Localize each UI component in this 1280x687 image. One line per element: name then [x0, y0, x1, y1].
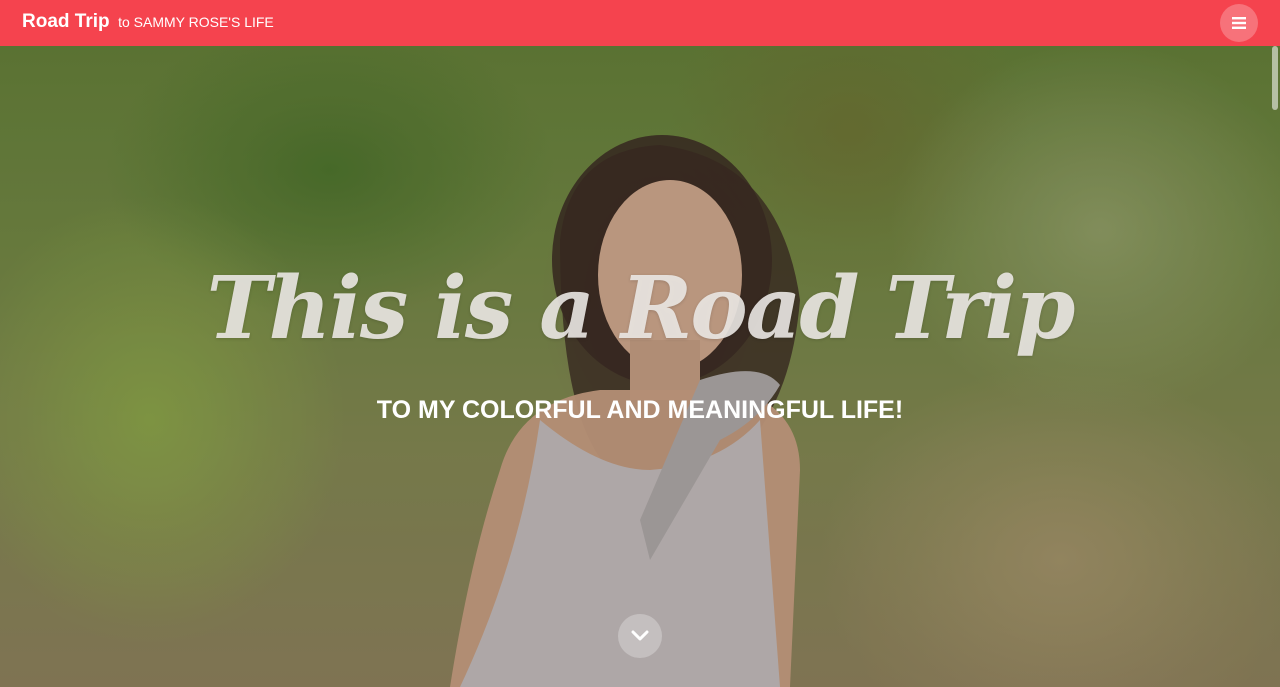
chevron-down-icon — [631, 627, 649, 646]
hamburger-menu-icon — [1232, 17, 1246, 29]
brand-title: Road Trip — [22, 11, 110, 32]
hero-title: This is a Road Trip — [206, 258, 1076, 359]
navbar: Road Trip to SAMMY ROSE'S LIFE — [0, 0, 1280, 46]
brand-subtitle: to SAMMY ROSE'S LIFE — [118, 14, 274, 30]
scroll-down-button[interactable] — [618, 614, 662, 658]
brand-link[interactable]: Road Trip to SAMMY ROSE'S LIFE — [22, 11, 274, 33]
page: Road Trip to SAMMY ROSE'S LIFE This is a… — [0, 0, 1280, 687]
hero-subtitle: TO MY COLORFUL AND MEANINGFUL LIFE! — [376, 396, 904, 424]
menu-toggle-button[interactable] — [1220, 4, 1258, 42]
scrollbar-thumb[interactable] — [1272, 46, 1278, 110]
page-scrollbar[interactable] — [1270, 46, 1280, 687]
